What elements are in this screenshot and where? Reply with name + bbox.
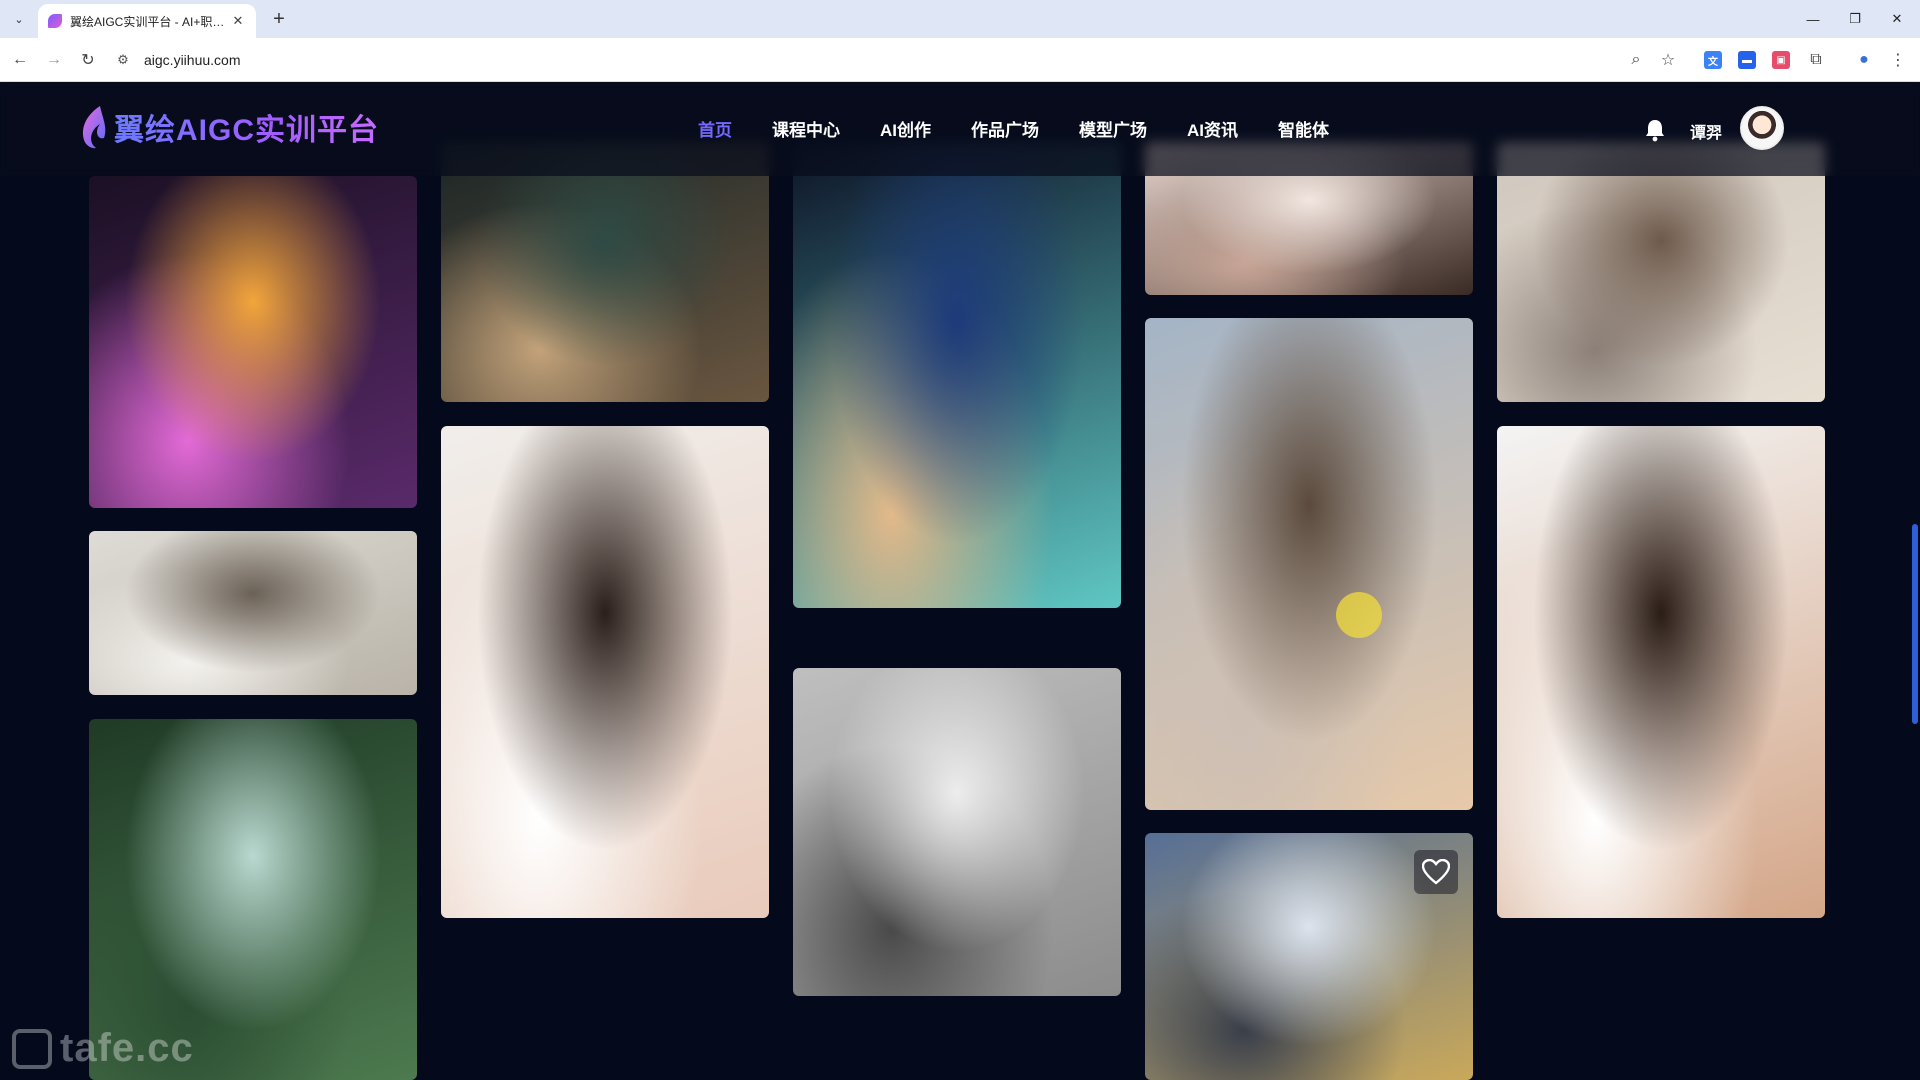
main-nav: 首页 课程中心 AI创作 作品广场 模型广场 AI资讯 智能体 [698,116,1369,141]
tab-search-icon[interactable]: ⌄ [8,8,30,30]
page-scrollbar-thumb[interactable] [1912,524,1918,724]
nav-ai-create[interactable]: AI创作 [880,116,931,141]
minimize-button[interactable]: — [1790,0,1836,38]
zoom-icon[interactable]: ⌕ [1624,48,1648,72]
tab-close-icon[interactable]: ✕ [230,13,246,29]
gallery-card-modern-interior-gray[interactable] [793,668,1121,996]
username[interactable]: 谭羿 [1690,119,1722,143]
gallery-card-girl-cardigan-street[interactable] [1497,142,1825,402]
nav-courses[interactable]: 课程中心 [772,116,840,141]
nav-ai-news[interactable]: AI资讯 [1187,116,1238,141]
browser-menu-icon[interactable]: ⋮ [1886,48,1910,72]
gallery-card-living-room-sofa[interactable] [89,531,417,695]
url-text: aigc.yiihuu.com [144,52,241,68]
site-favicon-icon [48,14,62,28]
site-logo[interactable]: 翼绘AIGC实训平台 [78,104,379,150]
cursor-highlight [1336,592,1382,638]
forward-icon[interactable]: → [42,48,66,72]
extension-translate-icon[interactable]: 文 [1704,51,1722,69]
nav-model-square[interactable]: 模型广场 [1079,116,1147,141]
gallery-card-portrait-young-woman[interactable] [441,426,769,918]
reload-icon[interactable]: ↻ [76,48,100,72]
page-viewport: 翼绘AIGC实训平台 首页 课程中心 AI创作 作品广场 模型广场 AI资讯 智… [0,82,1920,1080]
gallery-card-magic-potion-bottle[interactable] [89,176,417,508]
address-bar[interactable]: ⚙ aigc.yiihuu.com [114,44,1674,76]
nav-works-square[interactable]: 作品广场 [971,116,1039,141]
extensions-puzzle-icon[interactable]: ⧉ [1804,48,1828,72]
bookmark-star-icon[interactable]: ☆ [1656,48,1680,72]
new-tab-button[interactable]: + [266,6,292,32]
browser-tab[interactable]: 翼绘AIGC实训平台 - AI+职业教育 ✕ [38,4,256,38]
close-window-button[interactable]: ✕ [1874,0,1920,38]
gallery-grid [0,82,1920,1080]
gallery-card-teddy-on-pedestal[interactable] [441,142,769,402]
nav-agents[interactable]: 智能体 [1278,116,1329,141]
extension-image-icon[interactable]: ▣ [1772,51,1790,69]
favorite-heart-icon[interactable] [1414,850,1458,894]
nav-home[interactable]: 首页 [698,116,732,141]
site-header: 翼绘AIGC实训平台 首页 课程中心 AI创作 作品广场 模型广场 AI资讯 智… [0,82,1920,176]
back-icon[interactable]: ← [8,48,32,72]
gallery-card-girl-sunhat-mountains[interactable] [1145,318,1473,810]
watermark-text: tafe.cc [60,1026,194,1070]
site-info-icon[interactable]: ⚙ [114,52,132,68]
browser-tab-bar: ⌄ 翼绘AIGC实训平台 - AI+职业教育 ✕ + — ❐ ✕ [0,0,1920,38]
tab-title: 翼绘AIGC实训平台 - AI+职业教育 [70,14,230,29]
extension-screen-icon[interactable]: ▬ [1738,51,1756,69]
watermark-logo-icon [12,1028,52,1069]
gallery-card-cartoon-girl-blue-hair[interactable] [793,142,1121,608]
restore-button[interactable]: ❐ [1832,0,1878,38]
gallery-card-portrait-man-long-hair[interactable] [1497,426,1825,918]
watermark: tafe.cc [12,1026,194,1071]
avatar[interactable] [1740,106,1784,150]
profile-icon[interactable]: ● [1852,48,1876,72]
logo-text: 翼绘AIGC实训平台 [114,105,379,149]
logo-flame-icon [82,106,106,149]
notification-bell-icon[interactable] [1644,118,1666,142]
browser-toolbar: ← → ↻ ⚙ aigc.yiihuu.com ⌕ ☆ 文 ▬ ▣ ⧉ ● ⋮ [0,38,1920,82]
